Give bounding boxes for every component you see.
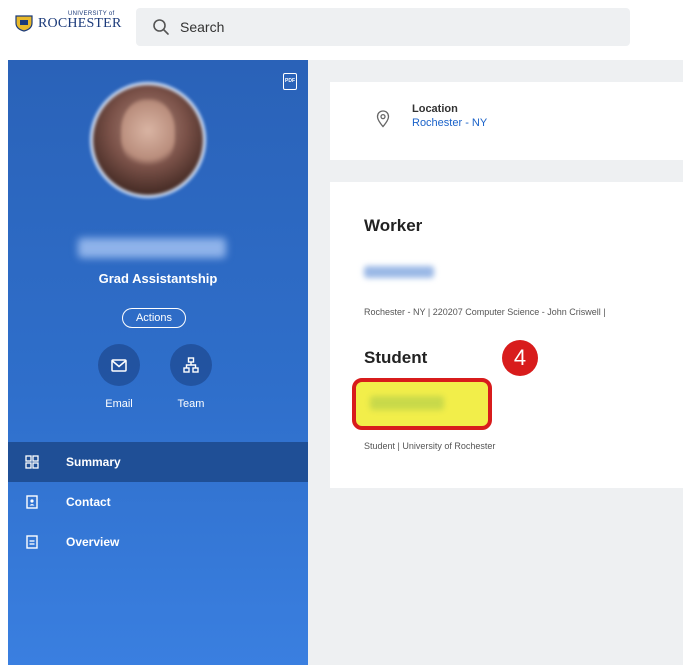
worker-detail: Rochester - NY | 220207 Computer Science… [364,307,606,317]
document-icon [24,534,40,550]
job-title: Grad Assistantship [98,271,218,286]
sidebar-item-summary[interactable]: Summary [8,442,308,482]
actions-button[interactable]: Actions [122,308,186,328]
step-number-badge: 4 [502,340,538,376]
redacted-worker-link[interactable] [364,266,434,278]
avatar[interactable] [90,82,206,198]
location-label: Location [412,103,458,115]
team-label: Team [177,398,205,410]
envelope-icon [111,358,127,372]
search-bar[interactable] [136,8,630,46]
worker-heading: Worker [364,216,423,235]
contact-card-icon [24,494,40,510]
search-icon [153,19,169,35]
crest-icon [15,15,33,32]
email-label: Email [105,398,133,410]
sidebar-nav: Summary Contact Overview [8,442,308,562]
annotation-highlight-box [352,378,492,430]
location-card [330,82,683,160]
grid-icon [24,454,40,470]
sidebar-item-label: Overview [66,535,120,549]
pdf-export-icon[interactable]: PDF [283,73,297,90]
top-bar: UNIVERSITY of ROCHESTER [0,0,683,56]
search-input[interactable] [180,19,580,35]
sidebar-item-label: Summary [66,455,121,469]
sidebar-item-contact[interactable]: Contact [8,482,308,522]
worker-card: Worker Rochester - NY | 220207 Computer … [330,182,683,488]
redacted-worker-name [78,238,226,258]
student-detail: Student | University of Rochester [364,441,496,451]
logo-big-text: ROCHESTER [38,16,122,31]
team-quick-action[interactable]: Team [166,344,216,410]
student-heading: Student [364,348,428,367]
redacted-student-link[interactable] [370,396,444,410]
logo-wordmark: UNIVERSITY of ROCHESTER [38,11,138,33]
university-logo[interactable]: UNIVERSITY of ROCHESTER [14,11,138,33]
team-button[interactable] [170,344,212,386]
sidebar-item-label: Contact [66,495,111,509]
profile-sidebar: PDF Grad Assistantship Actions Email Tea… [8,60,308,665]
location-pin-icon [376,110,390,128]
main-content: Location Rochester - NY Worker Rochester… [308,60,683,665]
sidebar-item-overview[interactable]: Overview [8,522,308,562]
email-button[interactable] [98,344,140,386]
org-chart-icon [183,357,199,373]
location-link[interactable]: Rochester - NY [412,117,487,129]
email-quick-action[interactable]: Email [94,344,144,410]
